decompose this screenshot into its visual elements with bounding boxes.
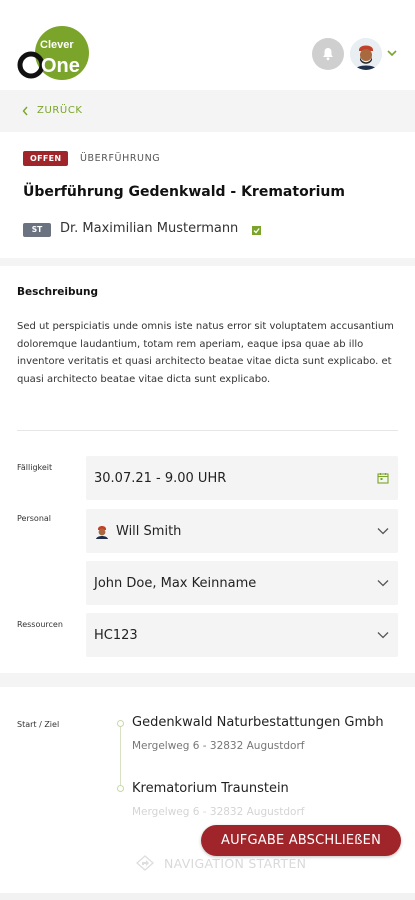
clever-one-logo[interactable]: Clever One (17, 26, 91, 82)
calendar-icon[interactable] (376, 471, 390, 485)
start-name: Gedenkwald Naturbestattungen Gmbh (132, 715, 384, 730)
status-badge: OFFEN (23, 151, 69, 166)
task-type: ÜBERFÜHRUNG (80, 153, 161, 164)
notifications-button[interactable] (312, 38, 344, 70)
page-title: Überführung Gedenkwald - Krematorium (23, 184, 345, 200)
bell-icon (323, 48, 333, 61)
logo-top-text: Clever (40, 39, 74, 51)
person-name[interactable]: Dr. Maximilian Mustermann (60, 221, 238, 236)
resources-label: Ressourcen (17, 620, 63, 629)
navigation-start-button[interactable]: NAVIGATION STARTEN (136, 855, 306, 871)
due-date-field[interactable]: 30.07.21 - 9.00 UHR (86, 456, 398, 500)
back-label: ZURÜCK (37, 105, 83, 116)
description-title: Beschreibung (17, 286, 98, 298)
section-divider (0, 258, 415, 266)
staff-secondary-value: John Doe, Max Keinname (94, 575, 257, 591)
avatar-image (350, 38, 382, 70)
start-dot (117, 720, 124, 727)
start-address: Mergelweg 6 - 32832 Augustdorf (132, 740, 305, 752)
staff-select-secondary[interactable]: John Doe, Max Keinname (86, 561, 398, 605)
end-address: Mergelweg 6 - 32832 Augustdorf (132, 806, 305, 818)
back-bar: ZURÜCK (0, 90, 415, 132)
resources-value: HC123 (94, 627, 138, 643)
complete-task-button[interactable]: AUFGABE ABSCHLIEßEN (201, 825, 401, 856)
verified-icon (252, 226, 261, 235)
user-avatar[interactable] (350, 38, 382, 70)
chevron-down-icon (376, 524, 390, 538)
route-label: Start / Ziel (17, 720, 60, 729)
end-name: Krematorium Traunstein (132, 781, 289, 796)
route-line (120, 724, 121, 788)
section-divider (0, 673, 415, 687)
person-tag: ST (23, 223, 51, 237)
back-button[interactable]: ZURÜCK (22, 105, 83, 116)
description-text: Sed ut perspiciatis unde omnis iste natu… (17, 321, 394, 385)
due-date-value: 30.07.21 - 9.00 UHR (94, 470, 227, 486)
chevron-down-icon (376, 576, 390, 590)
resources-select[interactable]: HC123 (86, 613, 398, 657)
bottom-band (0, 893, 415, 900)
navigation-start-label: NAVIGATION STARTEN (164, 855, 307, 871)
divider (17, 430, 398, 431)
logo-bottom-text: One (41, 55, 80, 77)
chevron-down-icon[interactable] (386, 47, 398, 59)
directions-icon (136, 855, 154, 871)
staff-primary-value: Will Smith (116, 523, 182, 539)
app-header: Clever One (0, 0, 415, 90)
staff-avatar-icon (96, 526, 108, 539)
end-dot (117, 785, 124, 792)
due-label: Fälligkeit (17, 463, 53, 472)
staff-select-primary[interactable]: Will Smith (86, 509, 398, 553)
chevron-down-icon (376, 628, 390, 642)
chevron-left-icon (22, 106, 28, 115)
staff-label: Personal (17, 514, 52, 523)
